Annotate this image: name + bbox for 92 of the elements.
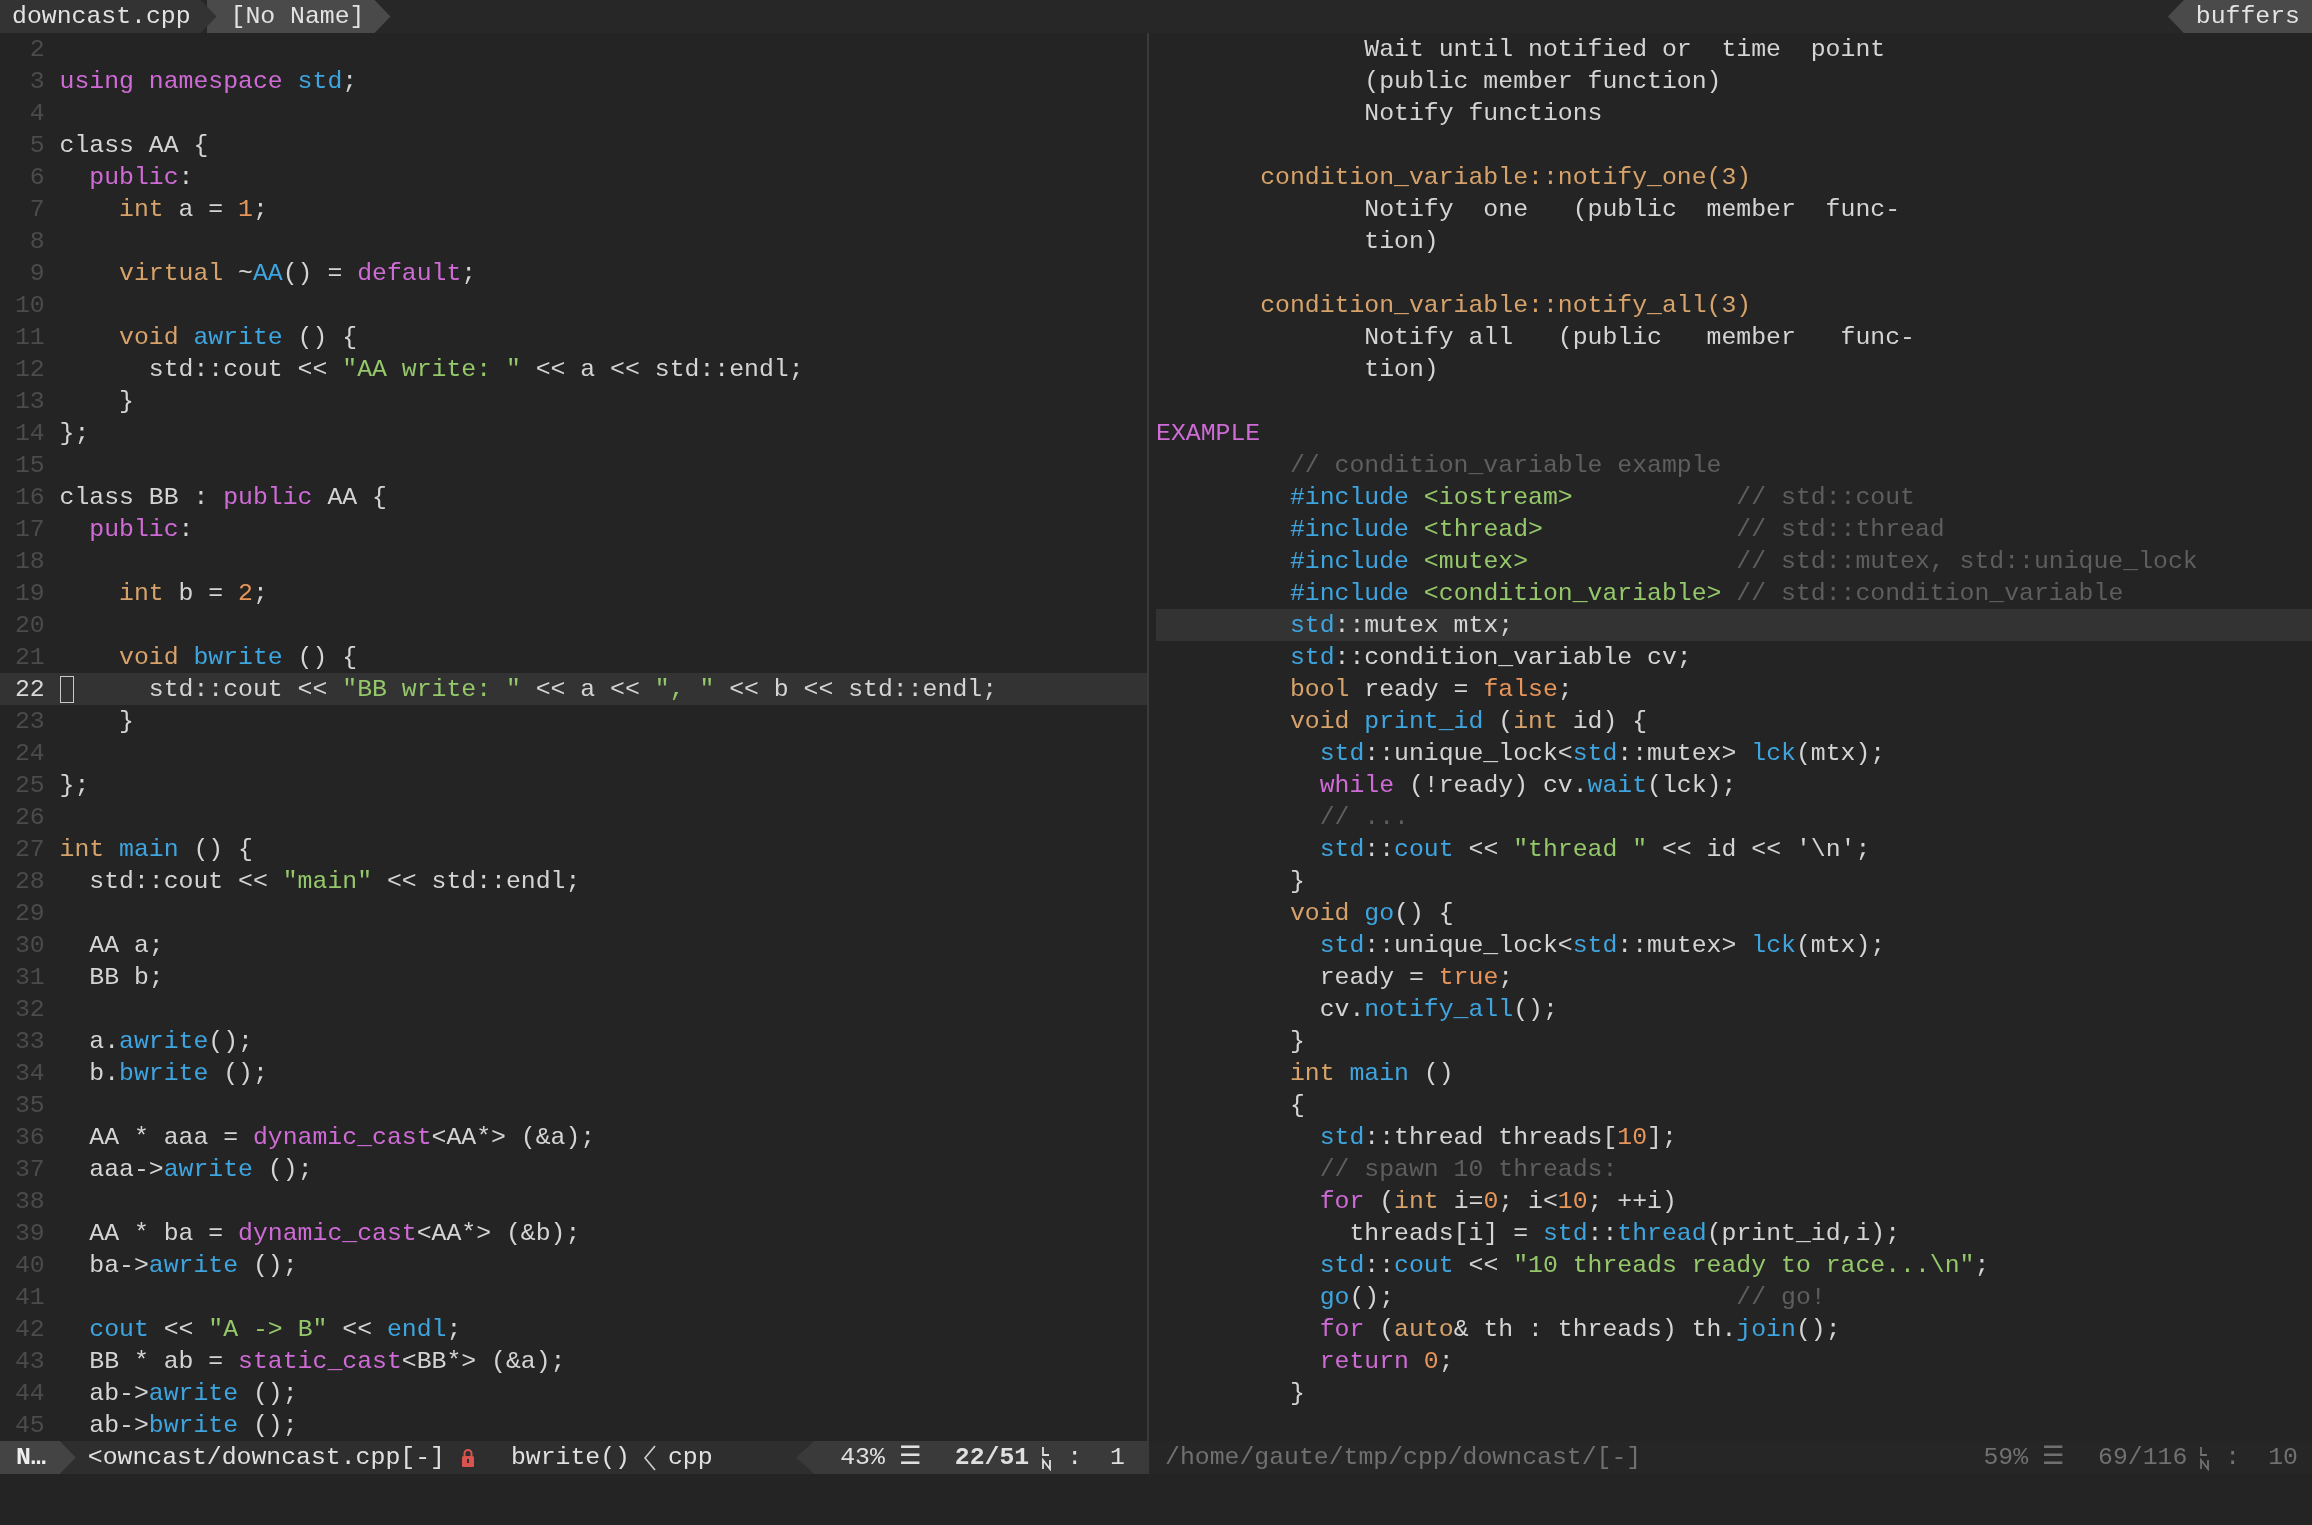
code-line: Wait until notified or time point (1363, 35, 1886, 63)
code-line: public: (88, 163, 194, 191)
file-path: /home/gaute/tmp/cpp/downcast/[-] (1165, 1442, 1642, 1473)
code-line: std::unique_lock<std::mutex> lck(mtx); (1318, 739, 1886, 767)
code-line: std::cout << "10 threads ready to race...\n"; (1318, 1251, 1990, 1279)
code-line: class BB : public AA { (59, 483, 387, 511)
code-line: ready = true; (1318, 963, 1514, 991)
code-line: while (!ready) cv.wait(lck); (1318, 771, 1737, 799)
code-line: condition_variable::notify_all(3) (1259, 291, 1752, 319)
code-line: std::mutex mtx; (1288, 611, 1514, 639)
cursor-position: 69/116 (2098, 1442, 2188, 1473)
code-line: #include <thread> // std::thread (1288, 515, 1945, 543)
chevron-icon (643, 1444, 656, 1471)
code-line: #include <condition_variable> // std::condition_variable (1288, 579, 2124, 607)
code-line: void go() { (1288, 899, 1454, 927)
code-line: tion) (1363, 227, 1439, 255)
buffers-label[interactable]: buffers (2167, 0, 2312, 33)
code-line: (public member function) (1363, 67, 1722, 95)
function-name: bwrite() (510, 1442, 630, 1473)
code-line: ba->awrite (); (88, 1251, 298, 1279)
code-line: condition_variable::notify_one(3) (1259, 163, 1752, 191)
code-line: public: (88, 515, 194, 543)
code-line: tion) (1363, 355, 1439, 383)
code-line: b.bwrite (); (88, 1059, 268, 1087)
code-line: std::unique_lock<std::mutex> lck(mtx); (1318, 931, 1886, 959)
code-line: void awrite () { (118, 323, 358, 351)
code-line: ab->awrite (); (88, 1379, 298, 1407)
code-line: using namespace std; (59, 67, 358, 95)
cursor-position: 22/51 (954, 1442, 1030, 1473)
code-line: Notify functions (1363, 99, 1603, 127)
code-line: class AA { (59, 131, 209, 159)
menu-glyph: ☰ (898, 1442, 921, 1473)
code-line: for (int i=0; i<10; ++i) (1318, 1187, 1677, 1215)
code-line: cout << "A -> B" << endl; (88, 1315, 462, 1343)
code-line: bool ready = false; (1288, 675, 1573, 703)
code-line: int main () (1288, 1059, 1454, 1087)
code-line: // condition_variable example (1288, 451, 1722, 479)
menu-glyph: ☰ (2042, 1442, 2065, 1473)
code-line: BB b; (88, 963, 164, 991)
code-line: Notify one (public member func- (1363, 195, 1901, 223)
code-line: // ... (1318, 803, 1409, 831)
scroll-percent: 59% (1983, 1442, 2029, 1473)
code-line: return 0; (1318, 1347, 1454, 1375)
line-number-icon (1041, 1444, 1054, 1471)
code-line: go(); // go! (1318, 1283, 1826, 1311)
mode-indicator: N… (0, 1441, 76, 1474)
code-line: } (118, 707, 134, 735)
tab[interactable]: downcast.cpp (0, 0, 217, 33)
code-line: AA * aaa = dynamic_cast<AA*> (&a); (88, 1123, 596, 1151)
code-line: AA a; (88, 931, 164, 959)
line-number: 22 (13, 674, 45, 705)
code-line: } (1288, 1027, 1305, 1055)
code-line: BB * ab = static_cast<BB*> (&a); (88, 1347, 566, 1375)
column-number: 1 (1110, 1442, 1125, 1473)
code-line: EXAMPLE (1156, 419, 1261, 447)
code-line: { (1288, 1091, 1305, 1119)
column-separator: : (1067, 1442, 1083, 1473)
code-line: AA * ba = dynamic_cast<AA*> (&b); (88, 1219, 581, 1247)
code-line: } (118, 387, 134, 415)
code-line: for (auto& th : threads) th.join(); (1318, 1315, 1841, 1343)
code-line: }; (59, 771, 90, 799)
code-line: std::cout << "main" << std::endl; (88, 867, 581, 895)
code-line: void bwrite () { (118, 643, 358, 671)
code-line: int main () { (59, 835, 253, 863)
code-line: aaa->awrite (); (88, 1155, 313, 1183)
code-line: Notify all (public member func- (1363, 323, 1915, 351)
tab[interactable]: [No Name] (206, 0, 391, 33)
code-line: ab->bwrite (); (88, 1411, 298, 1439)
code-line: int a = 1; (118, 195, 268, 223)
code-line: a.awrite(); (88, 1027, 253, 1055)
code-line: std::condition_variable cv; (1288, 643, 1692, 671)
code-line: std::cout << "BB write: " << a << ", " << b << std::endl; (147, 675, 998, 703)
code-line: #include <mutex> // std::mutex, std::unique_lock (1288, 547, 2198, 575)
line-number-icon (2199, 1444, 2212, 1471)
code-line: // spawn 10 threads: (1318, 1155, 1618, 1183)
column-separator: : (2225, 1442, 2241, 1473)
scroll-percent: 43% (840, 1442, 885, 1473)
file-path: <owncast/downcast.cpp[-] (87, 1442, 445, 1473)
code-line: } (1288, 867, 1305, 895)
code-line: #include <iostream> // std::cout (1288, 483, 1915, 511)
code-line: std::thread threads[10]; (1318, 1123, 1677, 1151)
column-number: 10 (2268, 1442, 2298, 1473)
file-type: cpp (667, 1442, 713, 1473)
code-line: }; (59, 419, 90, 447)
code-line: void print_id (int id) { (1288, 707, 1648, 735)
code-line: threads[i] = std::thread(print_id,i); (1348, 1219, 1901, 1247)
code-line: cv.notify_all(); (1318, 995, 1558, 1023)
code-line: virtual ~AA() = default; (118, 259, 477, 287)
code-line: int b = 2; (118, 579, 268, 607)
code-line: std::cout << "thread " << id << '\n'; (1318, 835, 1871, 863)
code-line: std::cout << "AA write: " << a << std::endl; (147, 355, 804, 383)
code-line: } (1288, 1379, 1305, 1407)
